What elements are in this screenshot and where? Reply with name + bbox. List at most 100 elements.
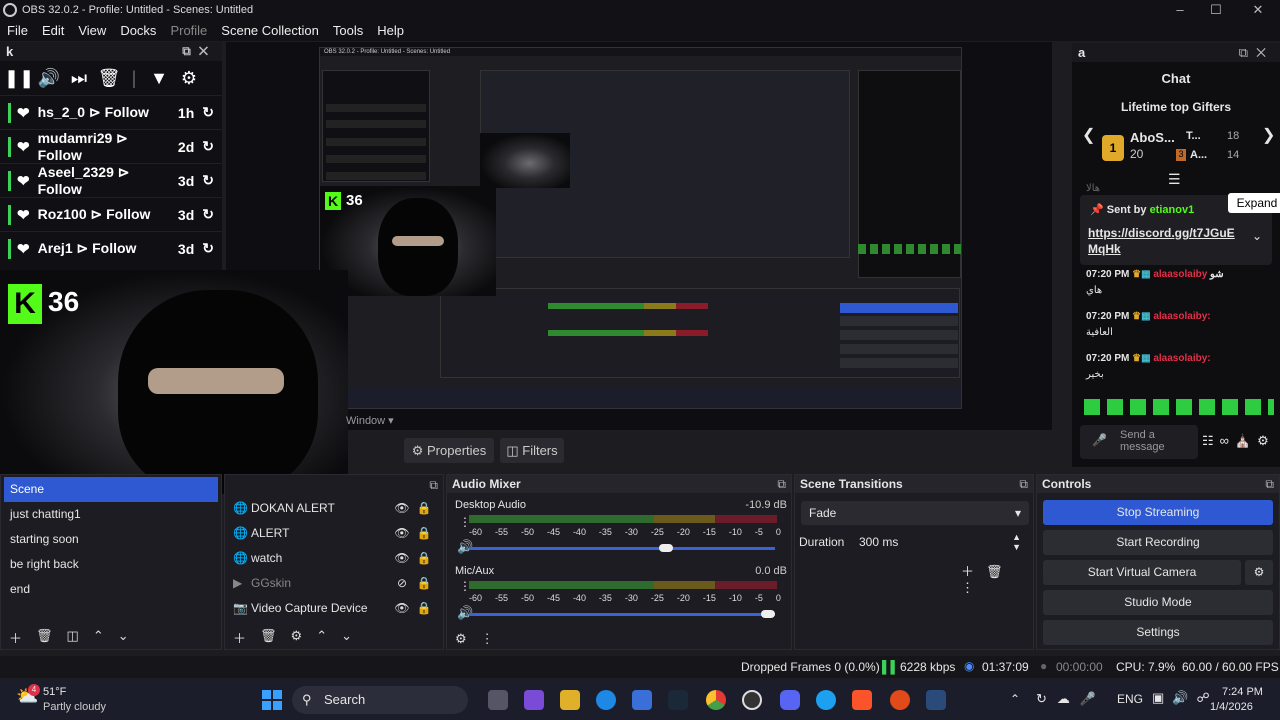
properties-button[interactable]: ⚙ Properties	[404, 438, 494, 463]
copilot-icon[interactable]	[524, 690, 544, 710]
close-icon[interactable]: ✕	[199, 44, 216, 58]
replay-icon[interactable]: ↻	[202, 206, 214, 223]
trash-icon[interactable]: 🗑	[94, 68, 124, 89]
undock-icon[interactable]: ⧉	[1019, 477, 1028, 492]
emote-bar[interactable]	[1084, 399, 1274, 415]
gear-icon[interactable]: ⚙	[455, 631, 467, 647]
chevron-left-icon[interactable]: ❮	[1082, 125, 1095, 145]
scene-item[interactable]: just chatting1	[1, 502, 221, 527]
start-recording-button[interactable]: Start Recording	[1043, 530, 1273, 555]
scene-item[interactable]: starting soon	[1, 527, 221, 552]
gear-icon[interactable]: ⚙	[174, 68, 204, 89]
source-item[interactable]: 📷 Video Capture Device 👁 🔒	[225, 595, 443, 620]
filters-button[interactable]: ◫ Filters	[500, 438, 564, 463]
filter-icon[interactable]: ◫	[67, 628, 79, 647]
undock-icon[interactable]: ⧉	[1239, 45, 1256, 60]
up-icon[interactable]: ⌃	[93, 628, 104, 647]
app-icon[interactable]	[890, 690, 910, 710]
gear-icon[interactable]: ⚙	[291, 628, 303, 647]
close-icon[interactable]: ✕	[1256, 45, 1274, 60]
menu-tools[interactable]: Tools	[326, 23, 370, 38]
menu-docks[interactable]: Docks	[113, 23, 163, 38]
source-item[interactable]: 🌐 ALERT 👁 🔒	[225, 520, 443, 545]
undock-icon[interactable]: ⧉	[429, 478, 438, 493]
add-icon[interactable]: ＋	[9, 628, 22, 647]
menu-file[interactable]: File	[0, 23, 35, 38]
steam-icon[interactable]	[926, 690, 946, 710]
store-icon[interactable]	[632, 690, 652, 710]
menu-profile[interactable]: Profile	[163, 23, 214, 38]
scene-item[interactable]: be right back	[1, 552, 221, 577]
skip-icon[interactable]: ⏭	[64, 68, 94, 89]
studio-mode-button[interactable]: Studio Mode	[1043, 590, 1273, 615]
chevron-right-icon[interactable]: ❯	[1262, 125, 1275, 145]
settings-button[interactable]: Settings	[1043, 620, 1273, 645]
scene-item[interactable]: end	[1, 577, 221, 602]
volume-slider[interactable]	[469, 613, 775, 616]
replay-icon[interactable]: ↻	[202, 172, 214, 189]
undock-icon[interactable]: ⧉	[1265, 477, 1274, 492]
source-item[interactable]: 🌐 watch 👁 🔒	[225, 545, 443, 570]
filter-icon[interactable]: ▼	[144, 68, 174, 89]
pause-icon[interactable]: ❚❚	[4, 68, 34, 89]
volume-knob[interactable]	[761, 610, 775, 618]
system-icons[interactable]: ▣🔊☍	[1152, 690, 1218, 706]
brave-icon[interactable]	[852, 690, 872, 710]
visibility-icon[interactable]: 👁	[391, 601, 413, 615]
menu-help[interactable]: Help	[370, 23, 411, 38]
start-icon[interactable]	[262, 690, 282, 710]
duration-input[interactable]: 300 ms ▲ ▼	[853, 531, 1029, 553]
mic-icon[interactable]: 🎤	[1092, 433, 1107, 447]
stepper-icon[interactable]: ▲ ▼	[1012, 532, 1021, 552]
undock-icon[interactable]: ⧉	[182, 44, 199, 58]
collapse-icon[interactable]: ☰	[1168, 171, 1181, 188]
kebab-icon[interactable]: ⋮	[481, 631, 494, 647]
virtual-camera-settings-icon[interactable]: ⚙	[1245, 560, 1273, 585]
replay-icon[interactable]: ↻	[202, 138, 214, 155]
trash-icon[interactable]: 🗑	[260, 628, 277, 647]
lock-icon[interactable]: 🔒	[413, 576, 435, 590]
down-icon[interactable]: ⌄	[118, 628, 129, 647]
chrome-icon[interactable]	[706, 690, 726, 710]
obs-icon[interactable]	[742, 690, 762, 710]
search-input[interactable]: ⚲ Search	[292, 686, 468, 714]
file-explorer-icon[interactable]	[560, 690, 580, 710]
edge-icon[interactable]	[596, 690, 616, 710]
down-icon[interactable]: ⌄	[341, 628, 352, 647]
pinned-link[interactable]: https://discord.gg/t7JGuE MqHk	[1088, 225, 1238, 257]
chat-actions[interactable]: ☷∞⛪⚙	[1202, 433, 1275, 449]
trash-icon[interactable]: 🗑	[36, 628, 53, 647]
visibility-icon[interactable]: 👁	[391, 551, 413, 565]
transition-actions[interactable]: ＋🗑⋮	[961, 561, 1033, 596]
lock-icon[interactable]: 🔒	[413, 601, 435, 615]
up-icon[interactable]: ⌃	[316, 628, 327, 647]
volume-knob[interactable]	[658, 544, 673, 552]
stop-streaming-button[interactable]: Stop Streaming	[1043, 500, 1273, 525]
replay-icon[interactable]: ↻	[202, 104, 214, 121]
chevron-up-icon[interactable]: ⌃	[1010, 692, 1020, 706]
language[interactable]: ENG	[1117, 692, 1143, 706]
menu-scene-collection[interactable]: Scene Collection	[214, 23, 326, 38]
steam-icon[interactable]	[668, 690, 688, 710]
lock-icon[interactable]: 🔒	[413, 551, 435, 565]
add-icon[interactable]: ＋	[233, 628, 246, 647]
discord-icon[interactable]	[780, 690, 800, 710]
chat-input[interactable]: 🎤 Send a message	[1080, 425, 1198, 459]
tray-icons[interactable]: ↻☁🎤	[1036, 691, 1106, 707]
close-button[interactable]: ✕	[1240, 0, 1276, 19]
source-item[interactable]: ▶ GGskin ⊘ 🔒	[225, 570, 443, 595]
volume-slider[interactable]	[469, 547, 775, 550]
undock-icon[interactable]: ⧉	[777, 477, 786, 492]
visibility-icon[interactable]: 👁	[391, 526, 413, 540]
transition-select[interactable]: Fade ▾	[801, 501, 1029, 525]
source-item[interactable]: 🌐 DOKAN ALERT 👁 🔒	[225, 495, 443, 520]
visibility-icon[interactable]: 👁	[391, 501, 413, 515]
volume-icon[interactable]: 🔊	[34, 68, 64, 89]
hidden-icon[interactable]: ⊘	[391, 576, 413, 590]
replay-icon[interactable]: ↻	[202, 240, 214, 257]
start-virtual-camera-button[interactable]: Start Virtual Camera	[1043, 560, 1241, 585]
maximize-button[interactable]: ☐	[1198, 0, 1234, 19]
lock-icon[interactable]: 🔒	[413, 526, 435, 540]
chevron-down-icon[interactable]: ⌄	[1252, 229, 1262, 243]
task-view-icon[interactable]	[488, 690, 508, 710]
